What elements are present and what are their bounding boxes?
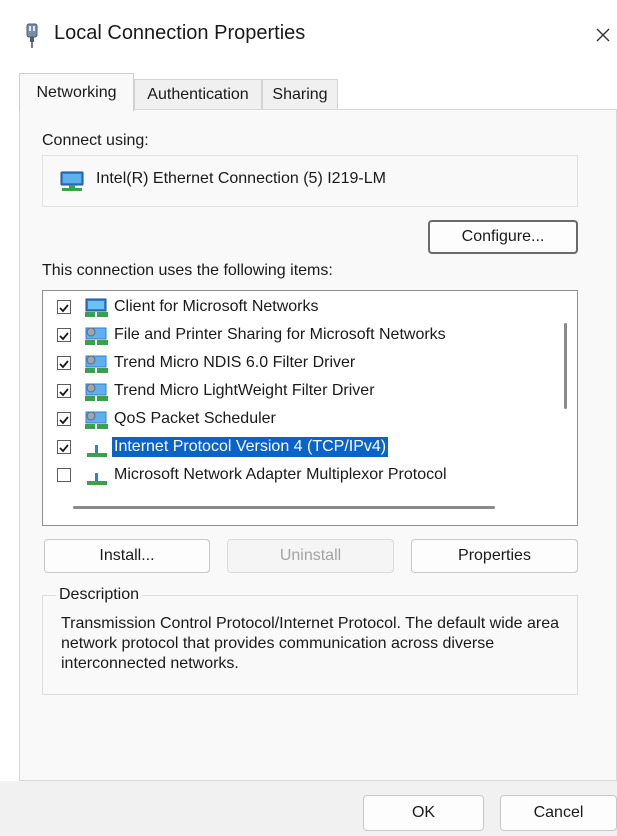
ok-button[interactable]: OK xyxy=(363,795,484,831)
tab-label: Authentication xyxy=(147,85,249,103)
item-label: Client for Microsoft Networks xyxy=(114,298,319,315)
tab-networking[interactable]: Networking xyxy=(19,73,134,111)
close-button[interactable] xyxy=(588,18,617,52)
list-item[interactable]: QoS Packet Scheduler xyxy=(43,406,553,434)
tab-authentication[interactable]: Authentication xyxy=(134,79,262,109)
cancel-label: Cancel xyxy=(533,804,584,821)
network-service-icon xyxy=(85,327,108,345)
network-service-icon xyxy=(85,383,108,401)
network-service-icon xyxy=(85,411,108,429)
item-checkbox[interactable] xyxy=(57,468,71,482)
items-label: This connection uses the following items… xyxy=(42,262,333,279)
network-service-icon xyxy=(85,355,108,373)
item-checkbox[interactable] xyxy=(57,412,71,426)
checkmark-icon xyxy=(59,332,69,341)
checkmark-icon xyxy=(59,416,69,425)
network-adapter-icon xyxy=(26,23,38,48)
uninstall-button: Uninstall xyxy=(227,539,394,573)
checkmark-icon xyxy=(59,304,69,313)
ok-label: OK xyxy=(411,804,436,821)
properties-label: Properties xyxy=(458,547,531,564)
title-bar: Local Connection Properties xyxy=(0,0,617,68)
item-checkbox[interactable] xyxy=(57,300,71,314)
install-button[interactable]: Install... xyxy=(44,539,210,573)
uninstall-label: Uninstall xyxy=(279,547,342,564)
tab-label: Sharing xyxy=(272,85,328,103)
item-label: Microsoft Network Adapter Multiplexor Pr… xyxy=(114,466,447,483)
item-label: File and Printer Sharing for Microsoft N… xyxy=(114,326,446,343)
ethernet-adapter-icon xyxy=(60,171,84,191)
configure-label: Configure... xyxy=(461,228,545,245)
vertical-scrollbar[interactable] xyxy=(564,323,567,409)
networking-panel: Connect using: Intel(R) Ethernet Connect… xyxy=(19,109,617,781)
cancel-button[interactable]: Cancel xyxy=(500,795,617,831)
tab-sharing[interactable]: Sharing xyxy=(262,79,338,109)
list-item[interactable]: Microsoft Network Adapter Multiplexor Pr… xyxy=(43,462,553,490)
description-text: Transmission Control Protocol/Internet P… xyxy=(61,615,560,672)
connect-using-label: Connect using: xyxy=(42,132,149,149)
configure-button[interactable]: Configure... xyxy=(428,220,578,254)
adapter-name: Intel(R) Ethernet Connection (5) I219-LM xyxy=(96,170,386,187)
item-checkbox[interactable] xyxy=(57,384,71,398)
item-label: Trend Micro LightWeight Filter Driver xyxy=(114,382,375,399)
description-legend: Description xyxy=(56,586,143,604)
item-checkbox[interactable] xyxy=(57,356,71,370)
list-item[interactable]: Client for Microsoft Networks xyxy=(43,294,553,322)
horizontal-scrollbar[interactable] xyxy=(73,506,495,509)
network-protocol-icon xyxy=(87,445,107,457)
item-checkbox[interactable] xyxy=(57,328,71,342)
network-protocol-icon xyxy=(87,473,107,485)
adapter-box: Intel(R) Ethernet Connection (5) I219-LM xyxy=(42,155,578,207)
close-icon xyxy=(596,28,609,42)
item-label: QoS Packet Scheduler xyxy=(114,410,276,427)
items-listbox[interactable]: Client for Microsoft Networks File and P… xyxy=(42,290,578,526)
window-title: Local Connection Properties xyxy=(54,22,306,44)
item-label: Internet Protocol Version 4 (TCP/IPv4) xyxy=(112,437,389,457)
list-item[interactable]: Trend Micro LightWeight Filter Driver xyxy=(43,378,553,406)
item-label: Trend Micro NDIS 6.0 Filter Driver xyxy=(114,354,356,371)
item-checkbox[interactable] xyxy=(57,440,71,454)
checkmark-icon xyxy=(59,360,69,369)
network-client-icon xyxy=(85,298,108,317)
install-label: Install... xyxy=(99,547,155,564)
list-item[interactable]: Trend Micro NDIS 6.0 Filter Driver xyxy=(43,350,553,378)
properties-button[interactable]: Properties xyxy=(411,539,578,573)
checkmark-icon xyxy=(59,388,69,397)
tab-label: Networking xyxy=(36,83,117,101)
list-item[interactable]: File and Printer Sharing for Microsoft N… xyxy=(43,322,553,350)
dialog-footer: OK Cancel xyxy=(0,781,617,836)
checkmark-icon xyxy=(59,444,69,453)
list-item-selected[interactable]: Internet Protocol Version 4 (TCP/IPv4) xyxy=(43,434,553,462)
